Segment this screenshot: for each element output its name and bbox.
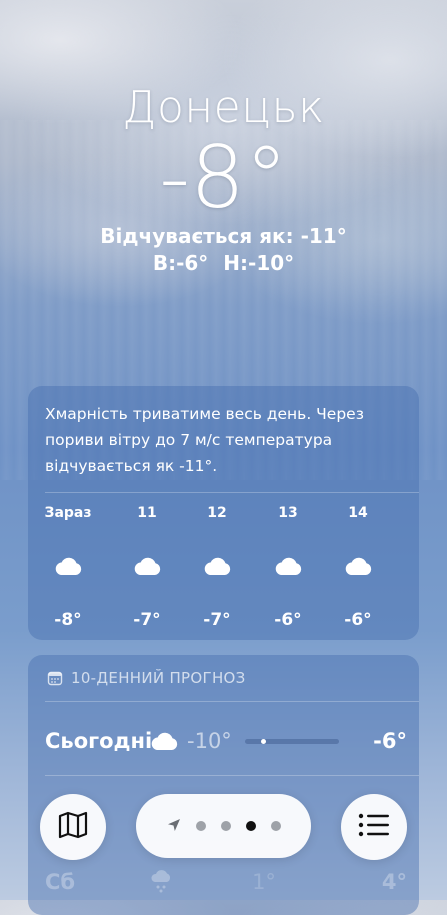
weather-summary: Хмарність триватиме весь день. Через пор… (45, 405, 364, 475)
hour-label: 13 (278, 505, 298, 521)
hour-label: Зараз (44, 505, 92, 521)
location-pager[interactable] (136, 794, 311, 858)
high-low: В:-6° Н:-10° (0, 251, 447, 275)
cloud-icon (33, 552, 103, 580)
location-arrow-icon[interactable] (167, 817, 181, 836)
forecast-day: Сьогодні (45, 729, 153, 753)
page-dot[interactable] (220, 821, 231, 831)
forecast-header-label: 10-ДЕННИЙ ПРОГНОЗ (71, 669, 246, 687)
hour-item-11: 11 -7° (112, 502, 182, 630)
hour-item-12: 12 -7° (182, 502, 252, 630)
hour-label: 11 (137, 505, 157, 521)
forecast-low: -10° (187, 729, 232, 753)
hour-item-now: Зараз -8° (33, 502, 103, 630)
hour-label: 12 (207, 505, 227, 521)
divider (45, 492, 419, 493)
locations-list-button[interactable] (341, 794, 407, 860)
hour-item-13: 13 -6° (253, 502, 323, 630)
bottom-toolbar (0, 780, 447, 900)
hour-temp: -6° (274, 610, 302, 630)
current-temperature: -8° (159, 128, 288, 228)
feels-like-text: Відчувається як: -11° (100, 224, 347, 248)
divider (45, 701, 419, 702)
hour-temp: -7° (203, 610, 231, 630)
map-button[interactable] (40, 794, 106, 860)
cloud-icon (400, 552, 419, 580)
cloud-icon (112, 552, 182, 580)
hour-temp: -6° (344, 610, 372, 630)
cloud-icon (253, 552, 323, 580)
divider (45, 775, 419, 776)
page-dot[interactable] (270, 821, 281, 831)
forecast-high: -6° (373, 729, 407, 753)
list-icon (358, 813, 390, 841)
hourly-forecast-card[interactable]: Хмарність триватиме весь день. Через пор… (28, 386, 419, 640)
high-temperature: В:-6° (152, 251, 209, 275)
hour-item-14: 14 -6° (323, 502, 393, 630)
map-icon (57, 810, 89, 844)
forecast-row-today[interactable]: Сьогодні -10° -6° (45, 719, 407, 763)
page-dot[interactable] (195, 821, 206, 831)
temperature-range-bar (245, 738, 339, 744)
forecast-header: 10-ДЕННИЙ ПРОГНОЗ (47, 669, 246, 687)
cloud-icon (149, 731, 187, 751)
cloud-icon (323, 552, 393, 580)
hour-item-partial (400, 502, 419, 580)
cloud-icon (182, 552, 252, 580)
calendar-icon (47, 670, 63, 686)
hour-label: 14 (348, 505, 368, 521)
low-temperature: Н:-10° (223, 251, 295, 275)
page-dot-active[interactable] (245, 821, 256, 831)
hourly-scroll[interactable]: Зараз -8° 11 -7° 12 -7° 13 -6° 14 -6° (28, 502, 419, 632)
hour-temp: -8° (54, 610, 82, 630)
hour-temp: -7° (133, 610, 161, 630)
city-name: Донецьк (122, 82, 325, 133)
current-temp-marker (261, 738, 267, 744)
